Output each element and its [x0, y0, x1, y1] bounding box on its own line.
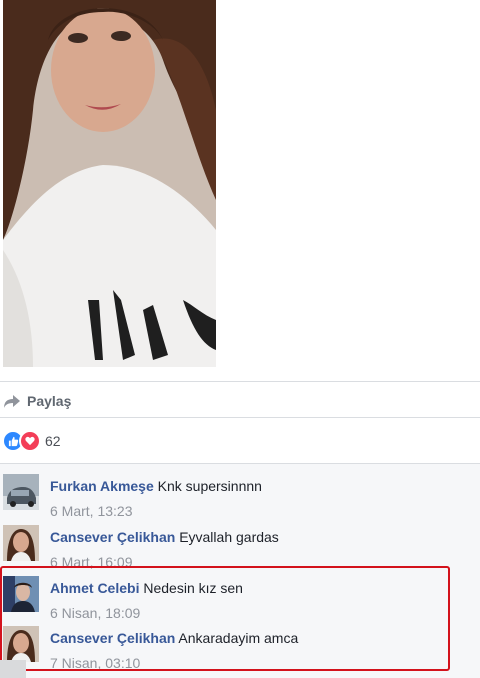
reactions-summary[interactable]: 62: [0, 430, 480, 452]
comment-text: Eyvallah gardas: [179, 529, 279, 545]
highlight-box: [0, 566, 450, 671]
share-arrow-icon: [3, 392, 21, 410]
page-corner: [0, 660, 26, 678]
comment-text: Knk supersinnnn: [157, 478, 262, 494]
heart-icon: [19, 430, 41, 452]
comment-author[interactable]: Cansever Çelikhan: [50, 529, 175, 545]
divider: [0, 417, 480, 418]
post-photo[interactable]: [3, 0, 216, 367]
share-label: Paylaş: [27, 392, 72, 409]
comment-item: Cansever Çelikhan Eyvallah gardas 6 Mart…: [0, 517, 480, 570]
share-button[interactable]: Paylaş: [0, 384, 480, 417]
avatar[interactable]: [3, 525, 39, 561]
avatar[interactable]: [3, 474, 39, 510]
comment-item: Furkan Akmeşe Knk supersinnnn 6 Mart, 13…: [0, 466, 480, 519]
divider: [0, 381, 480, 382]
reaction-count: 62: [45, 433, 61, 449]
comment-author[interactable]: Furkan Akmeşe: [50, 478, 154, 494]
